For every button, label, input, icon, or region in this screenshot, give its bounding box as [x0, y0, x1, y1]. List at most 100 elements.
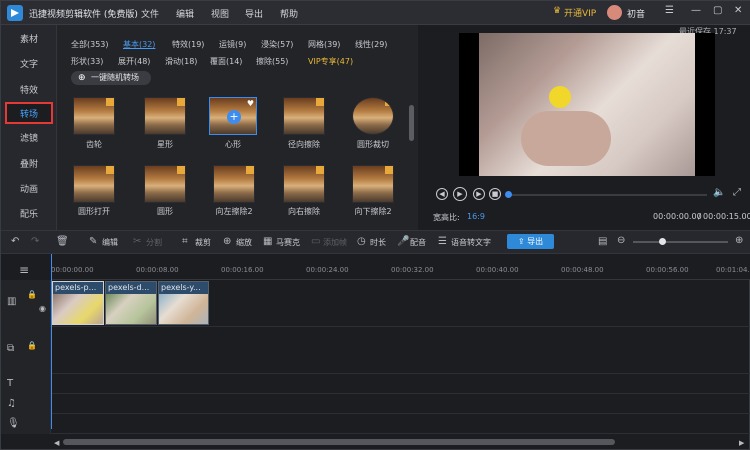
next-frame-icon[interactable]: ▶: [473, 188, 485, 200]
playhead[interactable]: [51, 254, 52, 429]
heart-icon[interactable]: ♥: [247, 99, 254, 108]
split-button[interactable]: 分割: [146, 237, 162, 248]
vip-button[interactable]: 开通VIP: [564, 6, 596, 19]
transition-tile-star[interactable]: [144, 97, 186, 135]
timeline-clip[interactable]: pexels-d...: [105, 281, 157, 325]
duration-icon[interactable]: ◷: [357, 236, 366, 247]
timeline-clip[interactable]: pexels-y...: [158, 281, 209, 325]
scroll-right-icon[interactable]: ▶: [739, 439, 744, 447]
speech-to-text-icon[interactable]: ☰: [438, 236, 447, 247]
timeline-ruler[interactable]: 00:00:00.00 00:00:08.00 00:00:16.00 00:0…: [51, 254, 750, 280]
stop-icon[interactable]: ■: [489, 188, 501, 200]
edit-button[interactable]: 编辑: [102, 237, 118, 248]
user-name[interactable]: 初音: [627, 7, 645, 20]
transition-tile-circle-crop[interactable]: [352, 97, 394, 135]
visibility-icon[interactable]: ◉: [39, 304, 46, 313]
menu-edit[interactable]: 编辑: [176, 7, 194, 20]
mosaic-icon[interactable]: ▦: [263, 236, 272, 247]
fullscreen-icon[interactable]: ⤢: [733, 187, 741, 198]
ruler-tick: 00:00:40.00: [476, 266, 519, 274]
crop-button[interactable]: 裁剪: [195, 237, 211, 248]
zoom-in-icon[interactable]: ⊕: [735, 235, 743, 246]
delete-icon[interactable]: 🗑: [56, 236, 69, 247]
sidebar-item-material[interactable]: 素材: [5, 29, 53, 51]
transition-tile-gear[interactable]: [73, 97, 115, 135]
playback-handle[interactable]: [505, 191, 512, 198]
lock-icon[interactable]: 🔒: [27, 290, 37, 299]
timeline-clip[interactable]: pexels-p...: [52, 281, 104, 325]
sidebar-item-text[interactable]: 文字: [5, 54, 53, 76]
transition-tile-wipe-left-2[interactable]: [213, 165, 255, 203]
category-basic[interactable]: 基本(32): [123, 39, 155, 50]
add-icon[interactable]: +: [227, 110, 241, 124]
menu-icon[interactable]: ☰: [665, 5, 674, 16]
volume-icon[interactable]: 🔈: [713, 187, 725, 198]
lock-icon[interactable]: 🔒: [27, 341, 37, 350]
transition-tile-circle-open[interactable]: [73, 165, 115, 203]
category-vip[interactable]: VIP专享(47): [308, 56, 353, 67]
sidebar-item-animation[interactable]: 动画: [5, 179, 53, 201]
category-expand[interactable]: 展开(48): [118, 56, 150, 67]
prev-frame-icon[interactable]: ◀: [436, 188, 448, 200]
sidebar-item-overlay[interactable]: 叠附: [5, 154, 53, 176]
aspect-ratio-select[interactable]: 16:9: [467, 212, 485, 221]
transition-tile-circle[interactable]: [144, 165, 186, 203]
menu-view[interactable]: 视图: [211, 7, 229, 20]
timeline-zoom-handle[interactable]: [659, 238, 666, 245]
sidebar-item-effects[interactable]: 特效: [5, 80, 53, 102]
split-icon[interactable]: ✂: [133, 236, 141, 247]
transition-tile-wipe-right[interactable]: [283, 165, 325, 203]
microphone-icon: 🎙: [7, 418, 20, 429]
microphone-icon[interactable]: 🎤: [397, 236, 409, 247]
play-button[interactable]: ▶: [453, 187, 467, 201]
undo-icon[interactable]: ↶: [11, 236, 19, 247]
transition-tile-wipe-down-2[interactable]: [352, 165, 394, 203]
category-cover[interactable]: 覆面(14): [210, 56, 242, 67]
mosaic-button[interactable]: 马赛克: [276, 237, 300, 248]
menu-export[interactable]: 导出: [245, 7, 263, 20]
close-icon[interactable]: ✕: [734, 5, 742, 16]
category-special[interactable]: 特效(19): [172, 39, 204, 50]
timeline-zoom-slider[interactable]: [633, 241, 728, 243]
add-track-icon[interactable]: ≡: [19, 263, 29, 277]
category-wipe[interactable]: 擦除(55): [256, 56, 288, 67]
scroll-left-icon[interactable]: ◀: [54, 439, 59, 447]
clip-label: pexels-y...: [161, 283, 201, 292]
zoom-out-icon[interactable]: ⊖: [617, 235, 625, 246]
zoom-icon[interactable]: ⊕: [223, 236, 231, 247]
transition-tile-radial-wipe[interactable]: [283, 97, 325, 135]
zoom-button[interactable]: 缩放: [236, 237, 252, 248]
add-frame-button[interactable]: 添加帧: [323, 237, 347, 248]
speech-to-text-button[interactable]: 语音转文字: [451, 237, 491, 248]
random-transition-button[interactable]: 一键随机转场: [71, 71, 151, 85]
category-camera[interactable]: 运镜(9): [219, 39, 246, 50]
duration-button[interactable]: 时长: [370, 237, 386, 248]
sidebar-item-transitions[interactable]: 转场: [5, 102, 53, 124]
redo-icon[interactable]: ↷: [31, 236, 39, 247]
add-frame-icon[interactable]: ▭: [311, 236, 320, 247]
category-dye[interactable]: 浸染(57): [261, 39, 293, 50]
category-shape[interactable]: 形状(33): [71, 56, 103, 67]
total-time: 00:00:15.00: [703, 212, 750, 221]
edit-icon[interactable]: ✎: [89, 236, 97, 247]
crop-icon[interactable]: ⌗: [182, 236, 188, 247]
maximize-icon[interactable]: ▢: [713, 5, 722, 16]
music-icon: ♫: [7, 398, 16, 409]
dub-button[interactable]: 配音: [410, 237, 426, 248]
timeline-scrollbar[interactable]: [63, 439, 615, 445]
category-linear[interactable]: 线性(29): [355, 39, 387, 50]
sidebar-item-filters[interactable]: 滤镜: [5, 128, 53, 150]
export-button[interactable]: ⇪ 导出: [507, 234, 554, 249]
minimize-icon[interactable]: —: [691, 5, 701, 16]
category-all[interactable]: 全部(353): [71, 39, 109, 50]
transition-tile-heart[interactable]: + ♥: [209, 97, 257, 135]
playback-progress[interactable]: [507, 194, 707, 196]
sidebar-item-music[interactable]: 配乐: [5, 204, 53, 226]
category-grid[interactable]: 网格(39): [308, 39, 340, 50]
library-scrollbar[interactable]: [409, 105, 414, 141]
avatar[interactable]: [607, 5, 622, 20]
menu-help[interactable]: 帮助: [280, 7, 298, 20]
category-slide[interactable]: 滑动(18): [165, 56, 197, 67]
menu-file[interactable]: 文件: [141, 7, 159, 20]
screen-fit-icon[interactable]: ▤: [598, 236, 607, 247]
